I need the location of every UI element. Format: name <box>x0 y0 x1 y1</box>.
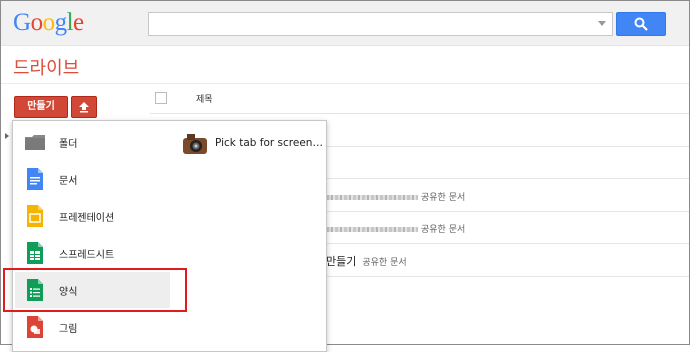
upload-icon <box>79 102 89 113</box>
search-input[interactable] <box>153 14 597 36</box>
row-divider <box>150 113 689 114</box>
file-title: 만들기 <box>326 255 357 268</box>
search-button[interactable] <box>616 12 666 36</box>
logo-letter-o2: o <box>42 9 56 36</box>
shared-label: 공유한 문서 <box>421 193 466 203</box>
menu-item-label: Pick tab for screen… <box>215 137 323 149</box>
list-header: 제목 <box>150 88 689 110</box>
logo-letter-g2: g <box>54 9 68 36</box>
search-icon <box>634 17 648 31</box>
sidebar-expand-arrow-icon[interactable] <box>5 133 9 139</box>
highlight-annotation-box <box>3 268 187 312</box>
list-item[interactable]: 공유한 문서 <box>326 222 465 235</box>
list-item[interactable]: 만들기 공유한 문서 <box>326 253 407 269</box>
upload-button[interactable] <box>71 96 97 118</box>
select-all-checkbox[interactable] <box>155 92 167 104</box>
menu-item-folder[interactable]: 폴더 <box>13 124 173 160</box>
top-bar: Google <box>1 1 689 46</box>
blurred-title <box>326 227 418 232</box>
menu-item-label: 문서 <box>59 176 78 187</box>
menu-item-label: 스프레드시트 <box>59 250 115 261</box>
title-column-header[interactable]: 제목 <box>196 92 213 105</box>
divider <box>1 83 689 84</box>
logo-letter-e: e <box>73 9 84 36</box>
shared-label: 공유한 문서 <box>362 258 407 268</box>
google-logo[interactable]: Google <box>13 9 84 37</box>
menu-item-label: 그림 <box>59 324 78 335</box>
menu-item-presentation[interactable]: 프레젠테이션 <box>13 198 173 234</box>
drive-title[interactable]: 드라이브 <box>13 54 79 80</box>
search-box[interactable] <box>148 12 613 36</box>
blurred-title <box>326 195 418 200</box>
search-options-chevron-down-icon[interactable] <box>598 21 606 26</box>
logo-letter-g: G <box>13 9 31 36</box>
document-icon <box>27 168 43 190</box>
menu-item-label: 폴더 <box>59 139 78 150</box>
create-button[interactable]: 만들기 <box>14 96 68 118</box>
menu-item-label: 프레젠테이션 <box>59 213 115 224</box>
folder-icon <box>25 135 45 150</box>
drawing-icon <box>27 316 43 338</box>
create-menu: 폴더 문서 프레젠테이션 스프레드시트 양식 그림 Pick tab for s… <box>12 120 327 352</box>
camera-icon <box>183 134 207 154</box>
presentation-icon <box>27 205 43 227</box>
list-item[interactable]: 공유한 문서 <box>326 190 465 203</box>
menu-item-drawing[interactable]: 그림 <box>13 309 173 345</box>
menu-item-spreadsheet[interactable]: 스프레드시트 <box>13 235 173 271</box>
spreadsheet-icon <box>27 242 43 264</box>
menu-item-pick-tab-app[interactable]: Pick tab for screen… <box>181 130 323 166</box>
logo-letter-o1: o <box>30 9 44 36</box>
shared-label: 공유한 문서 <box>421 225 466 235</box>
menu-item-document[interactable]: 문서 <box>13 161 173 197</box>
